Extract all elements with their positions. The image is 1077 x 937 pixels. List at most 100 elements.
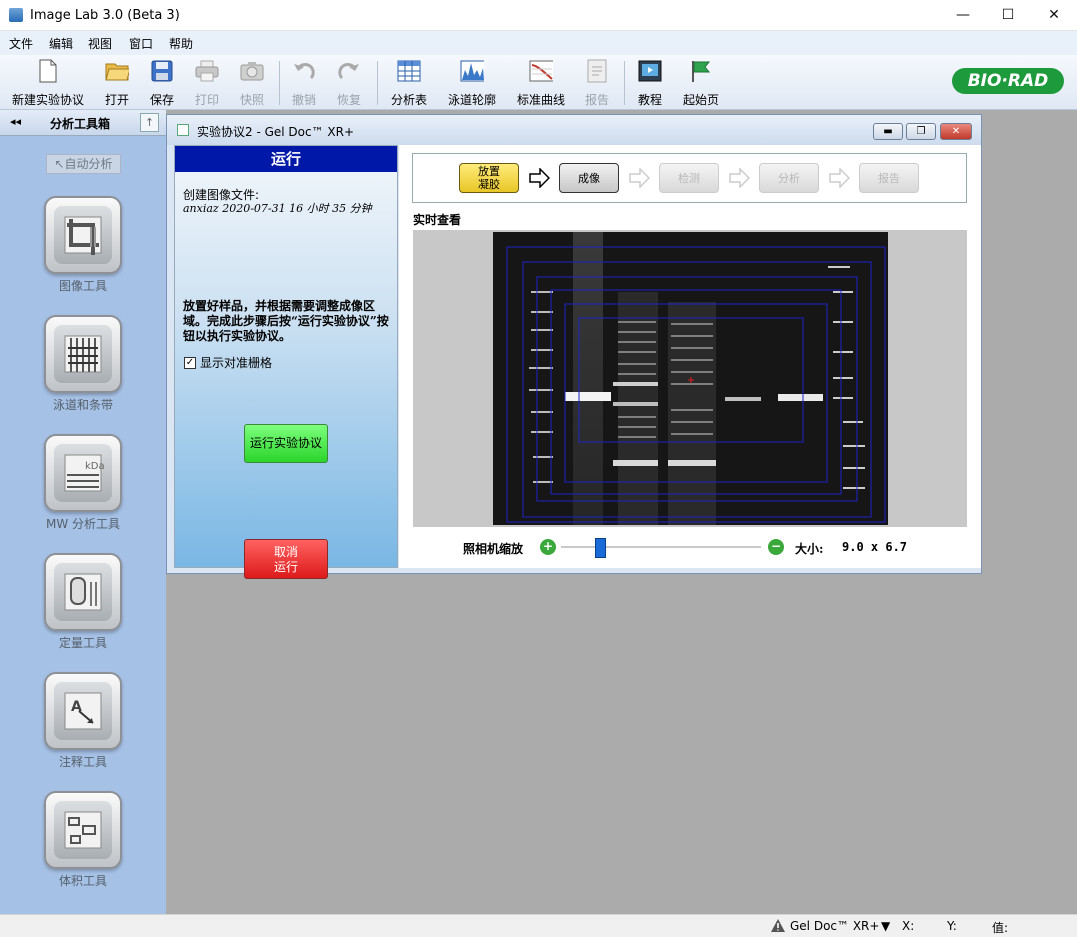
new-protocol-button[interactable]: 新建实验协议: [8, 59, 88, 107]
child-close-button[interactable]: ✕: [940, 123, 972, 140]
warning-icon: [770, 918, 786, 936]
lanes-bands-label: 泳道和条带: [52, 398, 113, 412]
annotation-tools-label: 注释工具: [58, 755, 107, 769]
step-analyze[interactable]: 分析: [759, 163, 819, 193]
minimize-button[interactable]: —: [940, 0, 986, 31]
open-button[interactable]: 打开: [98, 59, 136, 107]
lanes-bands-icon: [54, 325, 112, 383]
menu-file[interactable]: 文件: [9, 35, 33, 52]
up-arrow-icon[interactable]: ↑: [140, 113, 159, 132]
cancel-run-button[interactable]: 取消 运行: [244, 539, 328, 579]
volume-tools-label: 体积工具: [58, 874, 107, 888]
created-image-value: anxiaz 2020-07-31 16 小时 35 分钟: [183, 202, 372, 215]
toolbar: 新建实验协议 打开 保存 打印 快照 撤销 恢复 分析表 泳道轮廓 标准曲线 报…: [0, 55, 1077, 110]
zoom-in-plus-icon[interactable]: +: [540, 539, 556, 555]
image-tools-button[interactable]: [44, 196, 122, 274]
protocol-window-titlebar: 实验协议2 - Gel Doc™ XR+ ▬ ❐ ✕: [167, 115, 981, 145]
toolbar-separator: [624, 61, 625, 105]
image-crop-tool-icon: [54, 206, 112, 264]
annotation-tool-icon: A: [54, 682, 112, 740]
close-button[interactable]: ✕: [1031, 0, 1077, 31]
annotation-tools-button[interactable]: A: [44, 672, 122, 750]
run-protocol-button[interactable]: 运行实验协议: [244, 424, 328, 463]
table-icon: [397, 59, 421, 83]
step-report[interactable]: 报告: [859, 163, 919, 193]
start-page-button[interactable]: 起始页: [680, 59, 722, 107]
menu-window[interactable]: 窗口: [129, 35, 153, 52]
checkbox-checked-icon[interactable]: ✓: [184, 356, 196, 369]
protocol-window-title: 实验协议2 - Gel Doc™ XR+: [197, 125, 355, 139]
step-imaging[interactable]: 成像: [559, 163, 619, 193]
window-title: Image Lab 3.0 (Beta 3): [30, 8, 180, 23]
run-panel-header: 运行: [175, 146, 397, 172]
volume-tools-button[interactable]: [44, 791, 122, 869]
device-dropdown-icon[interactable]: ▼: [881, 919, 890, 933]
run-panel: 运行 创建图像文件: anxiaz 2020-07-31 16 小时 35 分钟…: [174, 145, 398, 579]
save-icon: [150, 59, 174, 83]
zoom-slider-track[interactable]: [561, 546, 761, 548]
new-document-icon: [36, 59, 60, 83]
zoom-slider-thumb[interactable]: [595, 538, 606, 558]
app-icon: [9, 8, 23, 22]
image-tools-label: 图像工具: [58, 279, 107, 293]
menu-view[interactable]: 视图: [88, 35, 112, 52]
printer-icon: [195, 59, 219, 83]
mw-analysis-button[interactable]: kDa: [44, 434, 122, 512]
child-minimize-button[interactable]: ▬: [873, 123, 903, 140]
redo-icon: [337, 59, 361, 83]
lane-profile-button[interactable]: 泳道轮廓: [444, 59, 500, 107]
auto-analyze-button[interactable]: ↖自动分析: [46, 154, 121, 174]
standard-curve-button[interactable]: 标准曲线: [513, 59, 569, 107]
imaging-panel: 放置 凝胶 成像 检测 分析 报告 实时查看 照相机缩放 + − 大小: 9.0…: [399, 145, 981, 568]
tutorial-icon: [638, 59, 662, 83]
child-restore-button[interactable]: ❐: [906, 123, 936, 140]
mw-analysis-icon: kDa: [54, 444, 112, 502]
lanes-bands-button[interactable]: [44, 315, 122, 393]
toolbar-separator: [377, 61, 378, 105]
step-place-gel[interactable]: 放置 凝胶: [459, 163, 519, 193]
protocol-icon: [177, 124, 189, 136]
step-detect[interactable]: 检测: [659, 163, 719, 193]
zoom-out-minus-icon[interactable]: −: [768, 539, 784, 555]
sidebar-header: ◂◂ 分析工具箱 ↑: [0, 110, 166, 136]
snapshot-button[interactable]: 快照: [233, 59, 271, 107]
lane-profile-icon: [460, 59, 484, 83]
status-bar: Gel Doc™ XR+ ▼ X: Y: 值:: [0, 914, 1077, 937]
menu-edit[interactable]: 编辑: [49, 35, 73, 52]
save-button[interactable]: 保存: [143, 59, 181, 107]
camera-zoom-label: 照相机缩放: [463, 542, 524, 556]
start-page-flag-icon: [689, 59, 713, 83]
maximize-button[interactable]: ☐: [985, 0, 1031, 31]
x-coordinate-label: X:: [902, 919, 915, 933]
toolbar-separator: [279, 61, 280, 105]
y-coordinate-label: Y:: [947, 919, 957, 933]
redo-button[interactable]: 恢复: [330, 59, 368, 107]
volume-tool-icon: [54, 801, 112, 859]
svg-text:kDa: kDa: [85, 461, 105, 472]
instruction-text: 放置好样品，并根据需要调整成像区域。完成此步骤后按“运行实验协议”按钮以执行实验…: [183, 299, 389, 343]
size-value: 9.0 x 6.7: [842, 540, 908, 554]
sidebar-title: 分析工具箱: [50, 117, 111, 131]
analysis-toolbox-sidebar: ◂◂ 分析工具箱 ↑ ↖自动分析 图像工具 泳道和条带 kDa MW 分析工具 …: [0, 110, 166, 914]
report-button[interactable]: 报告: [578, 59, 616, 107]
standard-curve-icon: [529, 59, 553, 83]
step-arrow-icon: [529, 168, 550, 188]
undo-icon: [292, 59, 316, 83]
tutorial-button[interactable]: 教程: [631, 59, 669, 107]
undo-button[interactable]: 撤销: [285, 59, 323, 107]
print-button[interactable]: 打印: [188, 59, 226, 107]
collapse-sidebar-icon[interactable]: ◂◂: [10, 115, 21, 128]
step-arrow-icon: [829, 168, 850, 188]
step-arrow-icon: [629, 168, 650, 188]
show-grid-checkbox[interactable]: ✓ 显示对准栅格: [184, 354, 272, 371]
menu-help[interactable]: 帮助: [169, 35, 193, 52]
bio-rad-logo: BIO·RAD: [952, 68, 1064, 94]
analysis-table-button[interactable]: 分析表: [385, 59, 433, 107]
size-label: 大小:: [795, 542, 824, 556]
folder-open-icon: [105, 59, 129, 83]
live-view-area: [413, 230, 967, 527]
live-view-label: 实时查看: [413, 213, 462, 227]
quantity-tools-button[interactable]: [44, 553, 122, 631]
camera-icon: [240, 59, 264, 83]
gel-image: [493, 232, 888, 525]
